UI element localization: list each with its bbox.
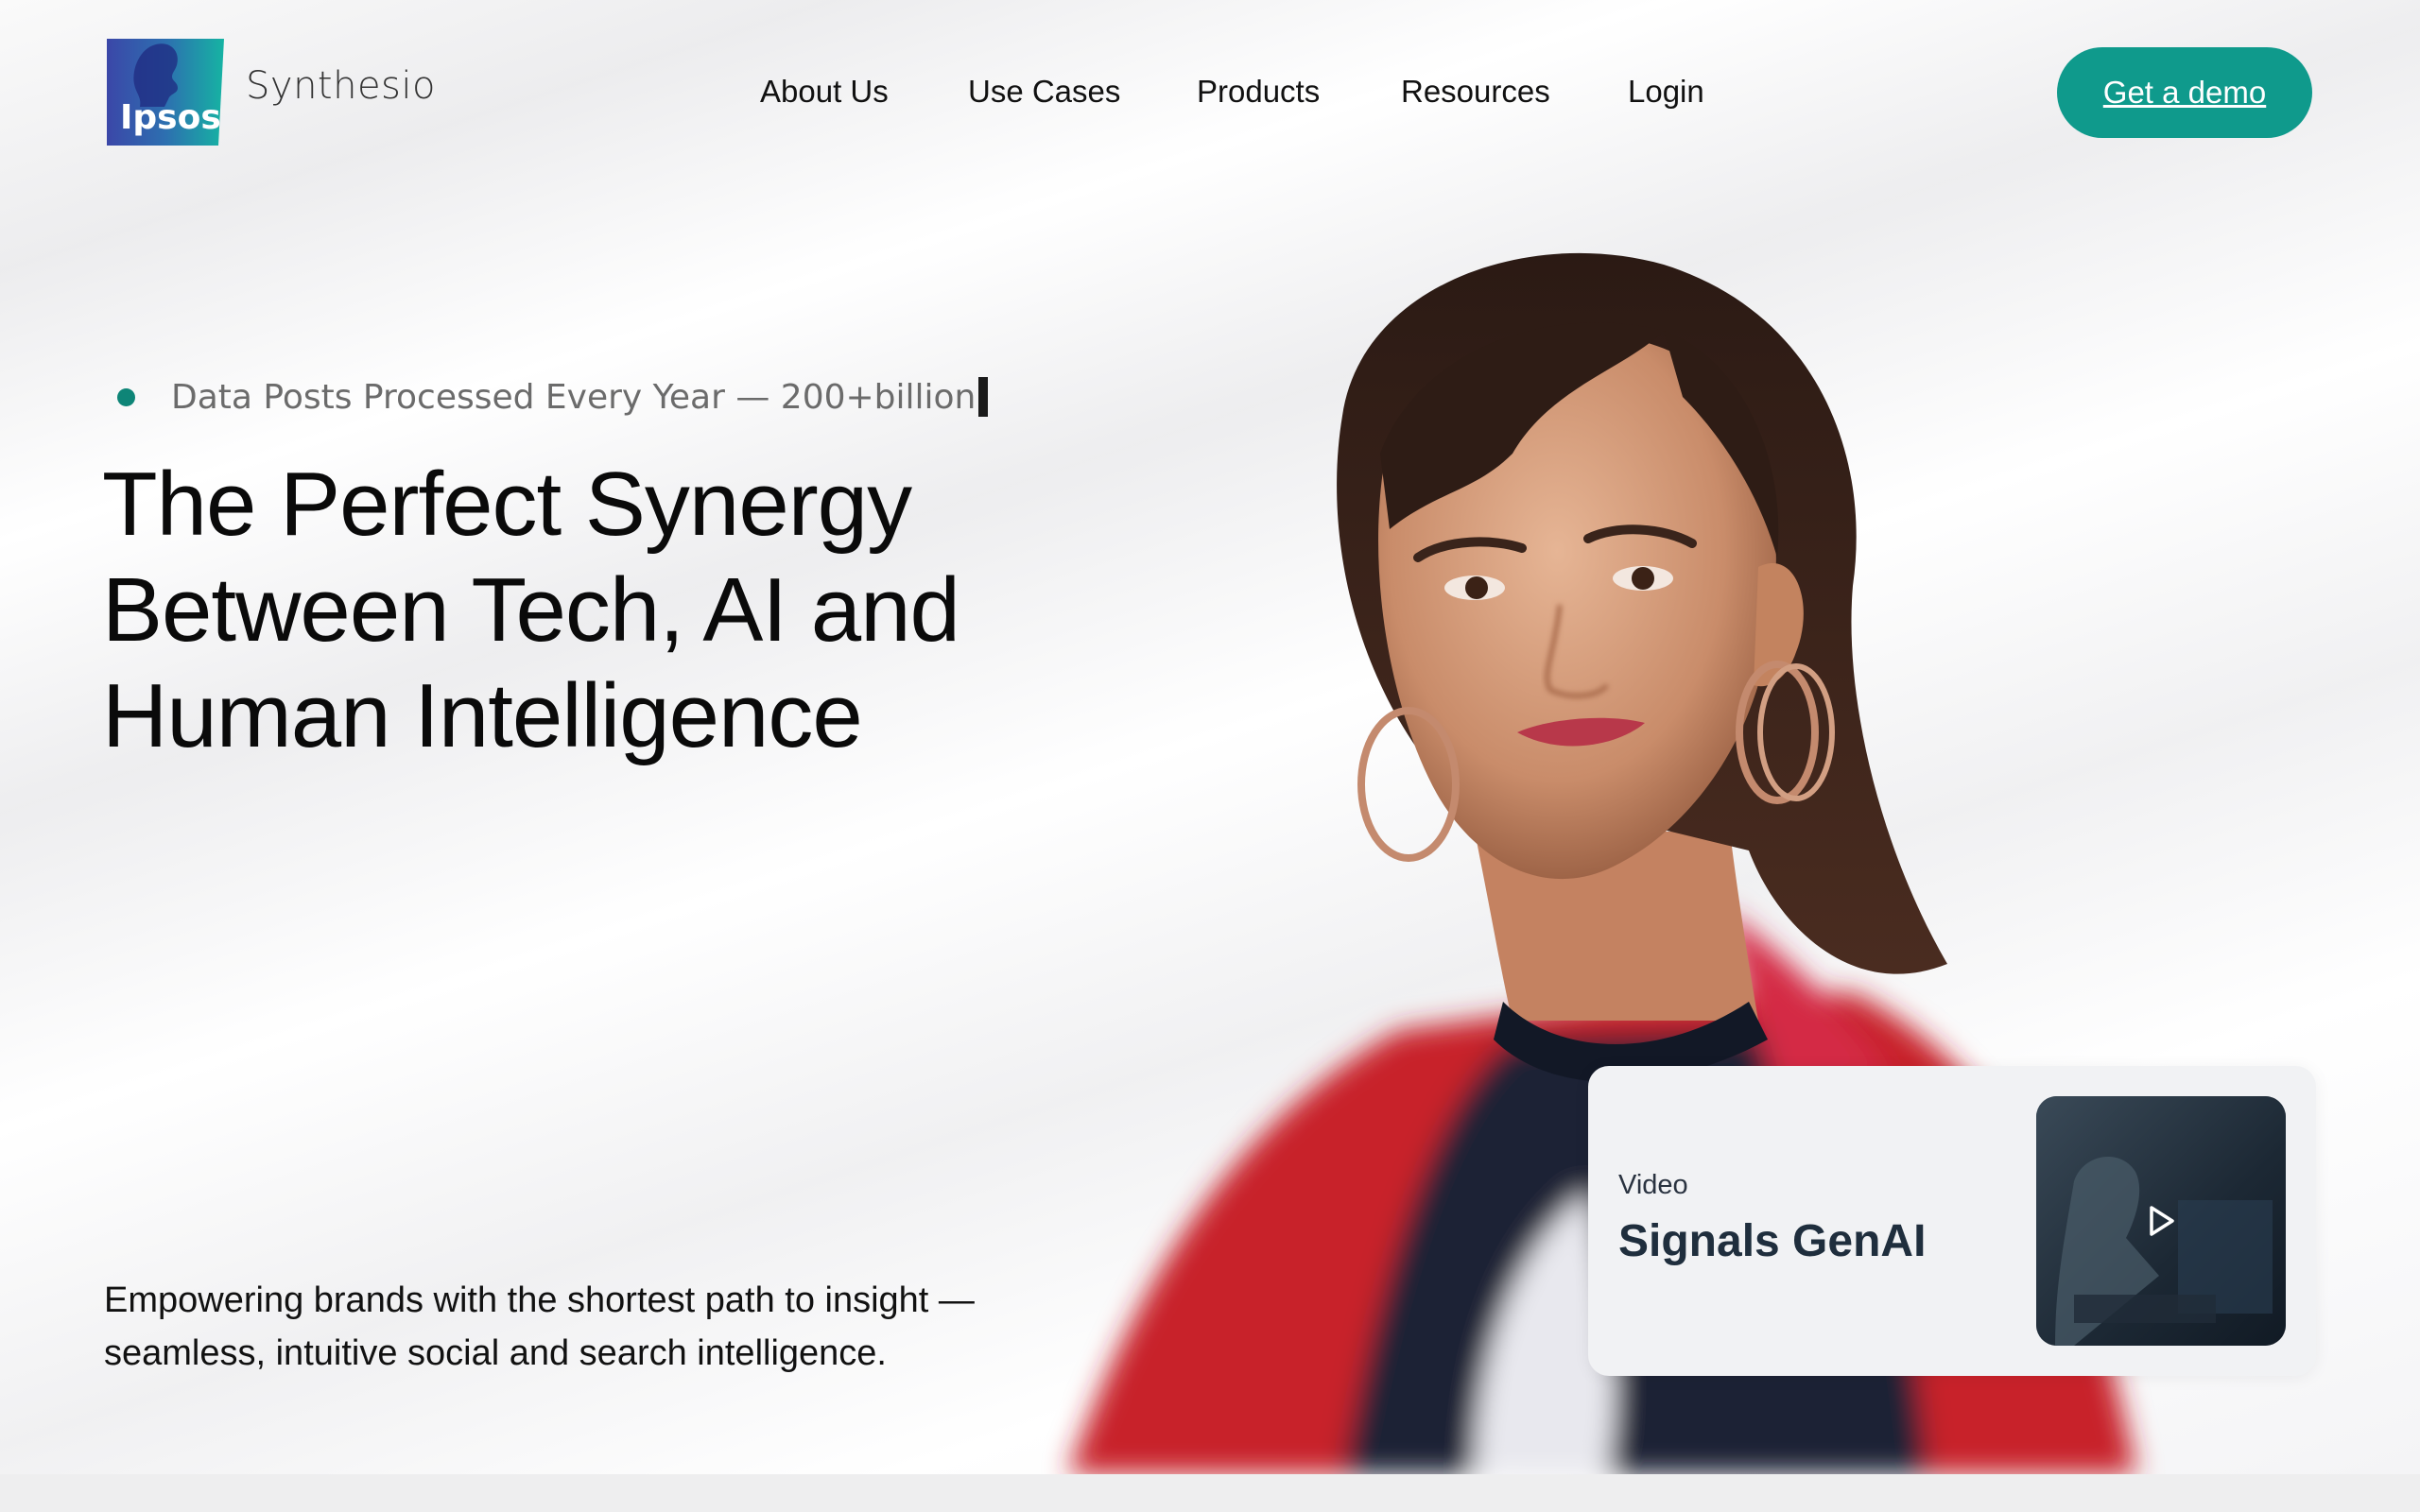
nav-resources[interactable]: Resources bbox=[1401, 74, 1550, 110]
bottom-strip bbox=[0, 1474, 2420, 1512]
video-thumbnail[interactable] bbox=[2036, 1096, 2286, 1346]
headline-line: Between Tech, AI and bbox=[102, 559, 960, 661]
stat-line: Data Posts Processed Every Year — 200+bi… bbox=[117, 373, 989, 421]
nav-products[interactable]: Products bbox=[1197, 74, 1320, 110]
hero-subtext: Empowering brands with the shortest path… bbox=[104, 1274, 1049, 1380]
headline-line: Human Intelligence bbox=[102, 665, 863, 766]
stat-text: Data Posts Processed Every Year — 200+bi… bbox=[171, 377, 977, 417]
video-card[interactable]: Video Signals GenAI bbox=[1588, 1066, 2316, 1376]
nav-about-us[interactable]: About Us bbox=[760, 74, 889, 110]
get-a-demo-button[interactable]: Get a demo bbox=[2057, 47, 2312, 138]
nav-use-cases[interactable]: Use Cases bbox=[968, 74, 1120, 110]
page-title: The Perfect Synergy Between Tech, AI and… bbox=[102, 452, 1142, 769]
headline-line: The Perfect Synergy bbox=[102, 454, 912, 555]
play-icon[interactable] bbox=[2140, 1200, 2182, 1242]
hero-section: Ipsos Synthesio About Us Use Cases Produ… bbox=[0, 0, 2420, 1474]
subtext-line: seamless, intuitive social and search in… bbox=[104, 1333, 887, 1373]
video-card-title: Signals GenAI bbox=[1618, 1216, 1927, 1266]
video-card-label: Video bbox=[1618, 1170, 1688, 1200]
nav-login[interactable]: Login bbox=[1628, 74, 1704, 110]
subtext-line: Empowering brands with the shortest path… bbox=[104, 1280, 975, 1320]
text-cursor bbox=[978, 377, 989, 417]
status-dot bbox=[117, 387, 135, 406]
